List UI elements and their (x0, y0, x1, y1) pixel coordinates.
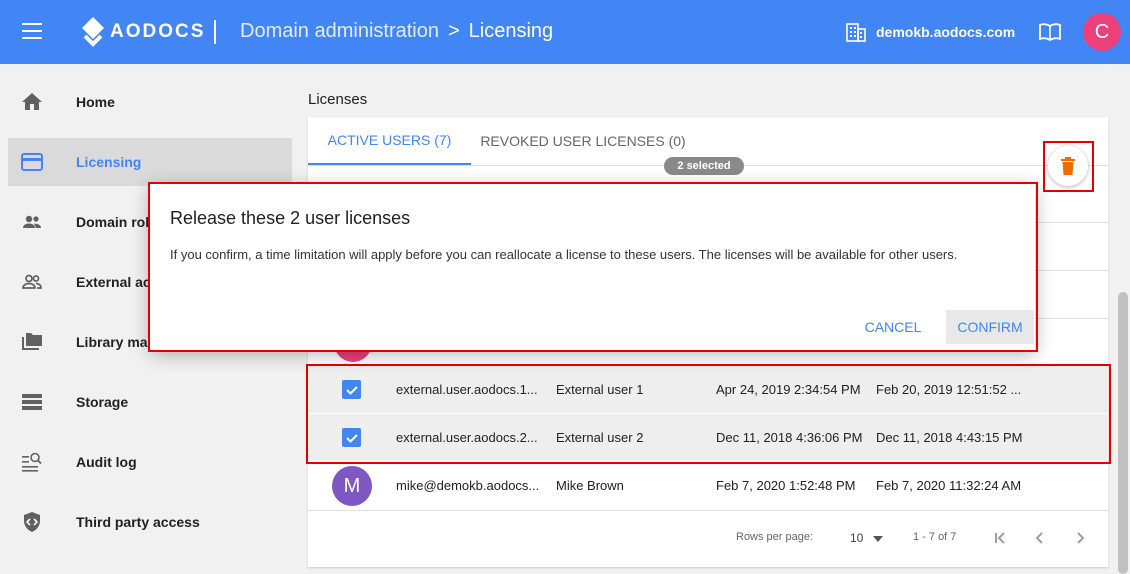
brand-name: AODOCS (110, 21, 206, 42)
cell-name: Mike Brown (556, 478, 624, 493)
page-range: 1 - 7 of 7 (913, 531, 957, 543)
section-title: Licenses (308, 91, 368, 108)
sidebar-item-label: Storage (76, 394, 129, 410)
home-icon (22, 93, 42, 110)
header-divider (214, 20, 216, 44)
sidebar-item-label: Licensing (76, 154, 142, 170)
sidebar-item-label: Domain role (76, 214, 157, 230)
folders-icon (22, 333, 42, 350)
tab-revoked-user-licenses[interactable]: REVOKED USER LICENSES (0) (480, 117, 685, 165)
domain-selector[interactable]: demokb.aodocs.com (846, 22, 1015, 42)
next-page-button[interactable] (1068, 526, 1092, 550)
code-shield-icon (24, 512, 40, 532)
user-avatar: M (332, 466, 372, 506)
sidebar-item-home[interactable]: Home (8, 78, 292, 126)
rows-per-page-value: 10 (850, 531, 864, 545)
tab-active-users[interactable]: ACTIVE USERS (7) (308, 117, 471, 165)
pagination-footer: Rows per page: 10 1 - 7 of 7 (308, 514, 1108, 562)
user-avatar[interactable]: C (1083, 13, 1121, 51)
building-icon (846, 23, 866, 42)
row-divider (308, 510, 1108, 511)
previous-page-button[interactable] (1028, 526, 1052, 550)
aodocs-logo-mark-icon (82, 17, 104, 47)
breadcrumb-separator: > (447, 20, 460, 42)
audit-log-icon (22, 452, 42, 472)
sidebar-item-label: Home (76, 94, 115, 110)
selected-count-badge: 2 selected (664, 157, 744, 175)
sidebar-item-label: Third party access (76, 514, 200, 530)
sidebar-item-audit-log[interactable]: Audit log (8, 438, 292, 486)
highlight-box-selected-rows (306, 364, 1111, 464)
sidebar-item-licensing[interactable]: Licensing (8, 138, 292, 186)
highlight-box-delete (1043, 141, 1094, 192)
sidebar-item-storage[interactable]: Storage (8, 378, 292, 426)
documentation-book-icon[interactable] (1038, 22, 1062, 42)
sidebar-item-third-party-access[interactable]: Third party access (8, 498, 292, 546)
sidebar-item-label: Library mar (76, 334, 154, 350)
sidebar-item-label: External ac (76, 274, 151, 290)
app-header: AODOCS Domain administration > Licensing… (0, 0, 1130, 64)
people-icon (23, 215, 41, 228)
dropdown-arrow-icon (872, 535, 883, 542)
domain-name: demokb.aodocs.com (876, 24, 1016, 40)
sidebar-item-label: Audit log (76, 454, 137, 470)
cell-last-access: Feb 7, 2020 11:32:24 AM (876, 478, 1022, 493)
chevron-left-icon (1035, 532, 1043, 544)
scrollbar-thumb[interactable] (1118, 292, 1128, 574)
breadcrumb-domain-administration[interactable]: Domain administration (240, 20, 439, 43)
highlight-box-dialog (148, 182, 1038, 352)
menu-icon[interactable] (22, 23, 42, 41)
aodocs-logo[interactable]: AODOCS (80, 15, 205, 49)
rows-per-page-label: Rows per page: (736, 531, 814, 543)
breadcrumb-licensing: Licensing (468, 20, 554, 42)
first-page-icon (995, 532, 1005, 544)
breadcrumb: Domain administration > Licensing (240, 20, 553, 43)
table-row[interactable]: M mike@demokb.aodocs... Mike Brown Feb 7… (308, 462, 1108, 509)
cell-email: mike@demokb.aodocs... (396, 478, 540, 493)
card-icon (21, 153, 43, 171)
external-people-icon (22, 274, 42, 289)
storage-icon (22, 394, 42, 410)
first-page-button[interactable] (988, 526, 1012, 550)
chevron-right-icon (1077, 532, 1085, 544)
rows-per-page-select[interactable]: 10 (850, 531, 883, 545)
cell-created: Feb 7, 2020 1:52:48 PM (716, 478, 856, 493)
